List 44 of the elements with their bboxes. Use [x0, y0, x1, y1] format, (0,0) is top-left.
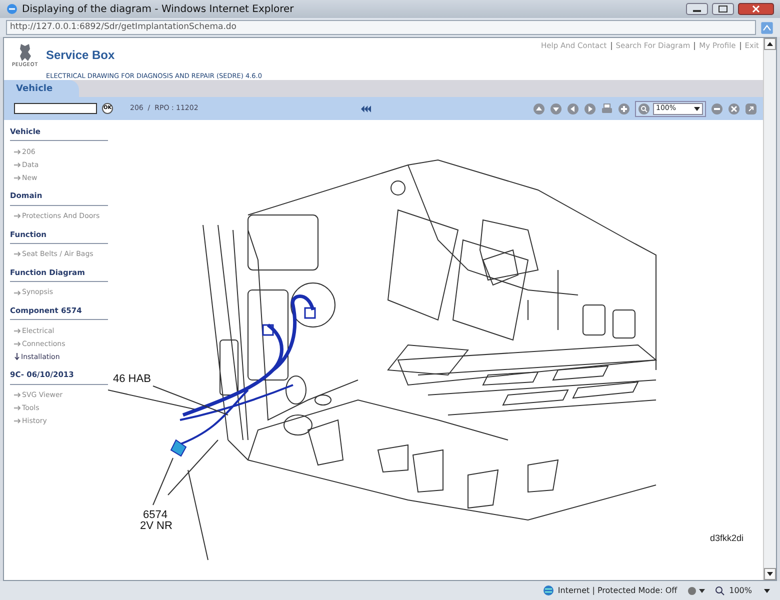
right-arrow-icon [14, 174, 21, 181]
callout-label: 46 HAB [113, 373, 151, 385]
callout-label: 2V NR [140, 520, 172, 532]
right-arrow-icon [14, 418, 21, 424]
browser-icon [6, 3, 18, 15]
expand-icon[interactable] [745, 102, 758, 114]
tab[interactable]: Vehicle [4, 80, 79, 97]
minimize-button[interactable] [686, 3, 708, 15]
close-button[interactable] [738, 3, 774, 15]
callout-label: 6574 [143, 509, 168, 521]
right-arrow-icon [14, 148, 21, 155]
scroll-down-button[interactable] [764, 568, 776, 580]
down-arrow-icon [14, 353, 20, 360]
right-arrow-icon [14, 392, 21, 398]
zoom-out-icon[interactable] [711, 102, 724, 114]
caret-icon[interactable] [764, 588, 770, 592]
zoom-in-icon[interactable] [618, 102, 630, 114]
print-icon[interactable] [601, 102, 614, 114]
search-icon[interactable] [638, 102, 650, 114]
right-arrow-icon [14, 290, 21, 296]
up-icon[interactable] [533, 102, 546, 114]
down-icon[interactable] [550, 102, 562, 114]
right-arrow-icon [14, 162, 21, 168]
right-arrow-icon [14, 405, 21, 411]
search-icon [715, 586, 726, 596]
address-field[interactable]: http://127.0.0.1:6892/Sdr/getImplantationSchema.do [6, 20, 756, 35]
scroll-up-button[interactable] [764, 38, 776, 50]
fit-icon[interactable] [728, 102, 740, 114]
right-arrow-icon [14, 251, 21, 258]
security-zone: Internet | Protected Mode: Off [558, 584, 678, 596]
right-arrow-icon [14, 213, 21, 219]
globe-icon [542, 585, 554, 596]
caret-icon [694, 106, 700, 110]
maximize-button[interactable] [712, 3, 734, 15]
left-icon[interactable] [567, 102, 580, 114]
app-title: Service Box [46, 47, 116, 64]
diagram-reference: d3fkk2di [710, 533, 744, 543]
search-field[interactable] [14, 103, 97, 114]
leader-line [152, 458, 174, 506]
zoom-level[interactable]: 100% [729, 584, 752, 596]
right-arrow-icon [14, 340, 21, 347]
right-icon[interactable] [584, 102, 596, 114]
right-arrow-icon [14, 328, 21, 334]
window-title: Displaying of the diagram - Windows Internet Explorer [22, 2, 294, 16]
